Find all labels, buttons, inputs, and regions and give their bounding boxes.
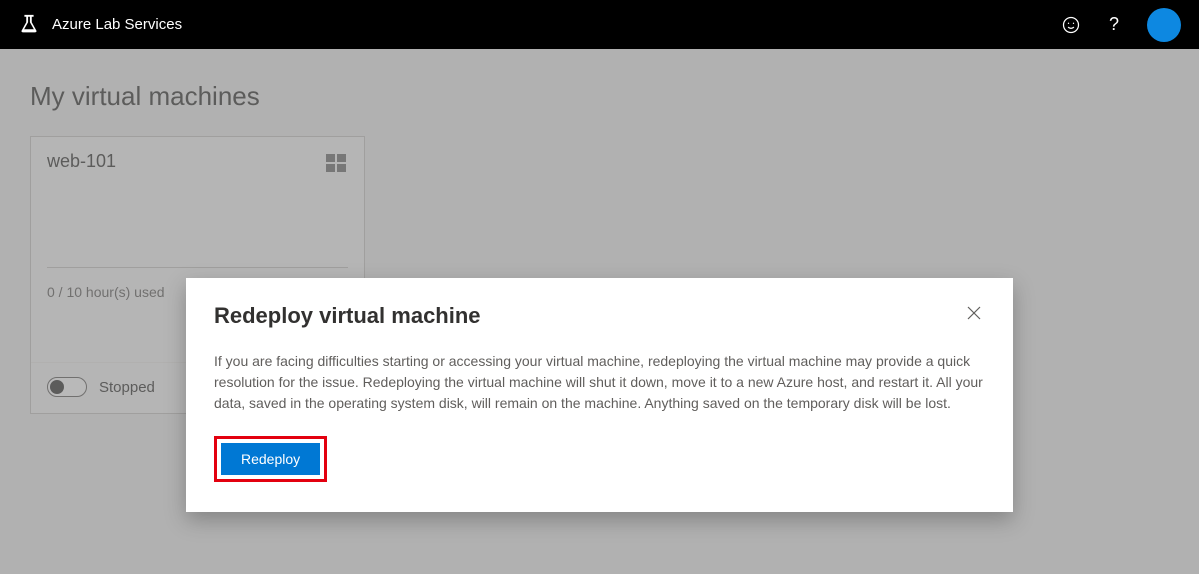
redeploy-button-highlight: Redeploy xyxy=(214,436,327,482)
dialog-header: Redeploy virtual machine xyxy=(214,302,985,329)
dialog-body: If you are facing difficulties starting … xyxy=(214,351,984,414)
user-avatar[interactable] xyxy=(1147,8,1181,42)
close-icon[interactable] xyxy=(963,302,985,329)
power-toggle[interactable] xyxy=(47,377,87,397)
windows-icon xyxy=(324,151,348,175)
feedback-icon[interactable] xyxy=(1061,15,1081,35)
brand-area: Azure Lab Services xyxy=(18,14,182,36)
vm-card-header: web-101 xyxy=(31,137,364,267)
azure-lab-icon xyxy=(18,14,40,36)
dialog-title: Redeploy virtual machine xyxy=(214,303,481,329)
top-bar: Azure Lab Services ? xyxy=(0,0,1199,49)
redeploy-dialog: Redeploy virtual machine If you are faci… xyxy=(186,278,1013,512)
page-title: My virtual machines xyxy=(30,81,1169,112)
vm-name: web-101 xyxy=(47,151,116,172)
help-icon[interactable]: ? xyxy=(1109,14,1119,35)
redeploy-button[interactable]: Redeploy xyxy=(221,443,320,475)
brand-title: Azure Lab Services xyxy=(52,16,182,33)
toggle-knob xyxy=(50,380,64,394)
vm-status: Stopped xyxy=(99,379,155,396)
topbar-actions: ? xyxy=(1061,8,1181,42)
